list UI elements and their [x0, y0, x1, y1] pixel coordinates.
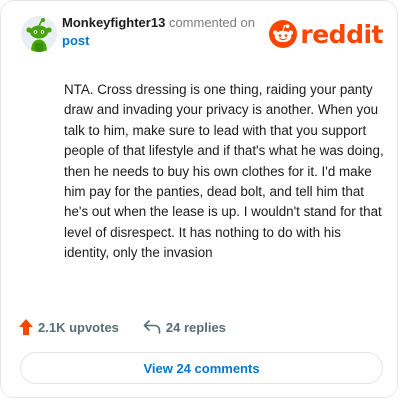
snoo-avatar-icon — [21, 16, 57, 52]
commented-on-text: commented on — [168, 15, 255, 30]
view-comments-button[interactable]: View 24 comments — [20, 352, 383, 384]
comment-actions: 2.1K upvotes 24 replies — [19, 317, 226, 337]
upvote-arrow-icon — [19, 319, 33, 335]
comment-header: Monkeyfighter13 commented on post reddit — [21, 14, 383, 54]
post-link[interactable]: post — [62, 33, 89, 48]
upvote-count: 2.1K upvotes — [38, 319, 119, 335]
reddit-wordmark: reddit — [300, 19, 383, 49]
reply-arrow-icon — [143, 320, 161, 334]
reddit-logo[interactable]: reddit — [269, 18, 383, 50]
replies-button[interactable]: 24 replies — [143, 320, 226, 335]
comment-body: NTA. Cross dressing is one thing, raidin… — [64, 82, 384, 261]
comment-meta: Monkeyfighter13 commented on post — [62, 14, 272, 50]
user-avatar[interactable] — [21, 16, 57, 52]
comment-card: Monkeyfighter13 commented on post reddit… — [0, 0, 398, 398]
upvote-button[interactable]: 2.1K upvotes — [19, 319, 119, 335]
reddit-snoo-icon — [269, 20, 298, 48]
username-link[interactable]: Monkeyfighter13 — [62, 15, 165, 30]
reply-count: 24 replies — [165, 319, 226, 335]
